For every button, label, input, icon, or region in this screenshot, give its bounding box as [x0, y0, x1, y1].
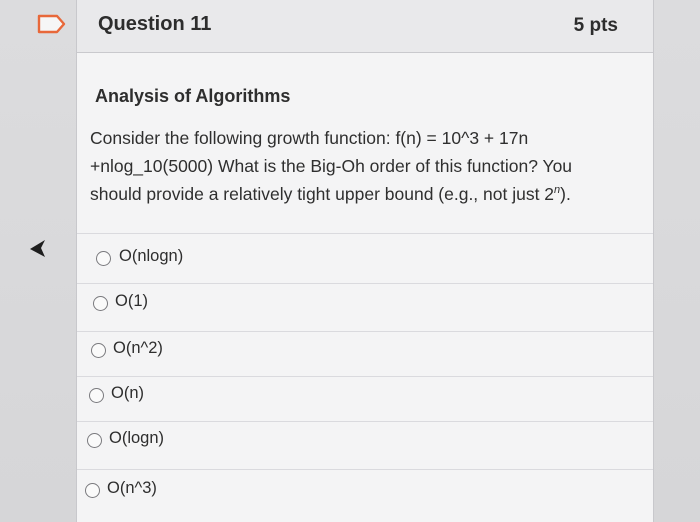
radio-button-icon[interactable] [93, 296, 108, 311]
radio-button-icon[interactable] [85, 483, 100, 498]
answer-option[interactable]: O(nlogn) [77, 233, 653, 276]
radio-button-icon[interactable] [89, 388, 104, 403]
radio-button-icon[interactable] [91, 343, 106, 358]
radio-button-icon[interactable] [87, 433, 102, 448]
answer-option[interactable]: O(n) [77, 376, 653, 419]
question-text-end: ). [560, 184, 571, 204]
answer-option[interactable]: O(logn) [77, 421, 653, 464]
question-points: 5 pts [573, 15, 618, 36]
question-text: Consider the following growth function: … [90, 124, 620, 208]
answer-label: O(1) [115, 292, 148, 310]
mouse-cursor-icon [30, 240, 45, 257]
question-title: Question 11 [98, 13, 212, 35]
quiz-page: Question 11 5 pts Analysis of Algorithms… [0, 0, 700, 522]
section-title: Analysis of Algorithms [95, 86, 291, 106]
question-card: Question 11 5 pts Analysis of Algorithms… [76, 0, 654, 522]
question-text-main: Consider the following growth function: … [90, 128, 573, 204]
flag-icon[interactable] [33, 12, 67, 36]
answer-option[interactable]: O(n^2) [77, 331, 653, 374]
answer-option[interactable]: O(n^3) [77, 469, 653, 512]
answer-label: O(n^2) [113, 339, 163, 357]
question-header: Question 11 5 pts [77, 0, 653, 53]
radio-button-icon[interactable] [96, 251, 111, 266]
answer-label: O(n^3) [107, 479, 157, 497]
answer-option[interactable]: O(1) [77, 283, 653, 326]
answer-label: O(nlogn) [119, 247, 184, 265]
answer-label: O(logn) [109, 429, 165, 447]
answer-label: O(n) [111, 384, 144, 402]
